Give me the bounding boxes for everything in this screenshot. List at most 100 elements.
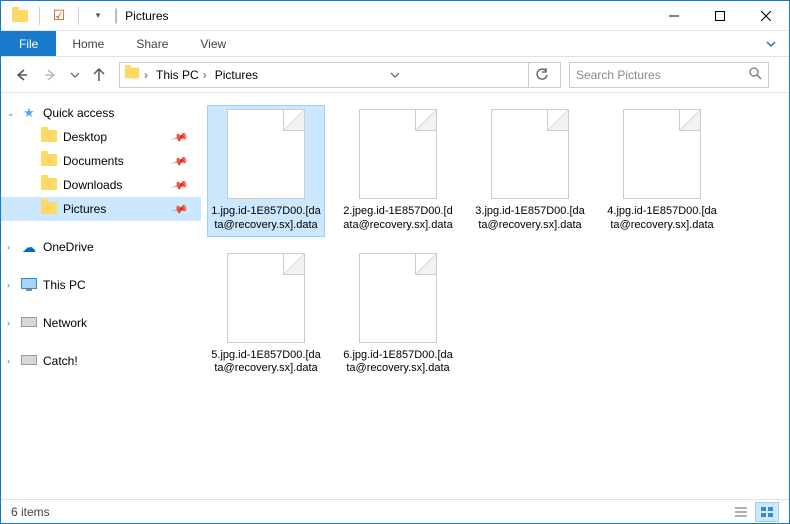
chevron-right-icon[interactable]: › xyxy=(7,242,10,252)
main-area: ⌄ ★ Quick access Desktop 📌 Documents 📌 D… xyxy=(1,93,789,499)
arrow-left-icon xyxy=(13,67,29,83)
ribbon: File Home Share View xyxy=(1,31,789,57)
chevron-right-icon[interactable]: › xyxy=(7,356,10,366)
quick-access-group: ⌄ ★ Quick access Desktop 📌 Documents 📌 D… xyxy=(1,101,201,221)
sidebar-item-documents[interactable]: Documents 📌 xyxy=(1,149,201,173)
drive-icon xyxy=(21,354,37,368)
close-button[interactable] xyxy=(743,1,789,31)
file-grid: 1.jpg.id-1E857D00.[data@recovery.sx].dat… xyxy=(207,105,783,380)
chevron-right-icon[interactable]: › xyxy=(7,280,10,290)
sidebar-item-label: Downloads xyxy=(63,178,122,192)
thumbnails-view-button[interactable] xyxy=(755,502,779,522)
window-title: Pictures xyxy=(125,9,168,23)
file-item[interactable]: 1.jpg.id-1E857D00.[data@recovery.sx].dat… xyxy=(207,105,325,237)
breadcrumb-sep[interactable]: › xyxy=(140,68,152,82)
file-name: 1.jpg.id-1E857D00.[data@recovery.sx].dat… xyxy=(211,205,321,233)
file-tab[interactable]: File xyxy=(1,31,56,56)
sidebar-item-network[interactable]: › Network xyxy=(1,311,201,335)
tab-share[interactable]: Share xyxy=(120,31,184,56)
folder-icon[interactable] xyxy=(9,5,31,27)
sidebar-item-downloads[interactable]: Downloads 📌 xyxy=(1,173,201,197)
details-view-button[interactable] xyxy=(729,502,753,522)
file-name: 3.jpg.id-1E857D00.[data@recovery.sx].dat… xyxy=(475,205,585,233)
search-icon[interactable] xyxy=(748,66,762,83)
file-name: 6.jpg.id-1E857D00.[data@recovery.sx].dat… xyxy=(343,349,453,377)
file-name: 2.jpeg.id-1E857D00.[data@recovery.sx].da… xyxy=(343,205,453,233)
file-item[interactable]: 2.jpeg.id-1E857D00.[data@recovery.sx].da… xyxy=(339,105,457,237)
maximize-icon xyxy=(715,11,725,21)
folder-icon xyxy=(41,202,57,217)
file-item[interactable]: 4.jpg.id-1E857D00.[data@recovery.sx].dat… xyxy=(603,105,721,237)
sidebar-item-this-pc[interactable]: › This PC xyxy=(1,273,201,297)
back-button[interactable] xyxy=(7,61,35,89)
file-item[interactable]: 3.jpg.id-1E857D00.[data@recovery.sx].dat… xyxy=(471,105,589,237)
forward-button[interactable] xyxy=(37,61,65,89)
star-icon: ★ xyxy=(21,105,37,121)
refresh-button[interactable] xyxy=(528,63,556,87)
pin-icon: 📌 xyxy=(171,128,189,146)
search-placeholder: Search Pictures xyxy=(576,68,661,82)
file-thumbnail xyxy=(227,109,305,199)
file-name: 5.jpg.id-1E857D00.[data@recovery.sx].dat… xyxy=(211,349,321,377)
sidebar-item-catch[interactable]: › Catch! xyxy=(1,349,201,373)
item-count: 6 items xyxy=(11,505,50,519)
address-bar[interactable]: › This PC› Pictures xyxy=(119,62,561,88)
chevron-down-icon xyxy=(390,70,400,80)
chevron-down-icon xyxy=(765,38,777,50)
folder-icon xyxy=(41,154,57,169)
arrow-up-icon xyxy=(91,67,107,83)
folder-icon xyxy=(124,66,140,84)
chevron-right-icon[interactable]: › xyxy=(7,318,10,328)
navigation-pane: ⌄ ★ Quick access Desktop 📌 Documents 📌 D… xyxy=(1,93,201,499)
arrow-right-icon xyxy=(43,67,59,83)
properties-icon[interactable]: ☑ xyxy=(48,5,70,27)
sidebar-item-label: Catch! xyxy=(43,354,78,368)
sidebar-item-onedrive[interactable]: › ☁ OneDrive xyxy=(1,235,201,259)
list-icon xyxy=(734,506,748,518)
minimize-icon xyxy=(669,11,679,21)
file-thumbnail xyxy=(227,253,305,343)
tab-home[interactable]: Home xyxy=(56,31,120,56)
breadcrumb-this-pc[interactable]: This PC› xyxy=(152,68,211,82)
up-button[interactable] xyxy=(85,61,113,89)
sidebar-item-desktop[interactable]: Desktop 📌 xyxy=(1,125,201,149)
refresh-icon xyxy=(535,68,549,82)
window-controls xyxy=(651,1,789,31)
sidebar-item-label: Network xyxy=(43,316,87,330)
title-bar: ☑ ▾ | Pictures xyxy=(1,1,789,31)
sidebar-item-label: Pictures xyxy=(63,202,106,216)
sidebar-item-label: This PC xyxy=(43,278,86,292)
minimize-button[interactable] xyxy=(651,1,697,31)
file-name: 4.jpg.id-1E857D00.[data@recovery.sx].dat… xyxy=(607,205,717,233)
qat-dropdown-icon[interactable]: ▾ xyxy=(87,5,109,27)
monitor-icon xyxy=(21,278,37,292)
address-dropdown[interactable] xyxy=(381,63,409,87)
network-icon xyxy=(21,316,37,330)
maximize-button[interactable] xyxy=(697,1,743,31)
sidebar-item-pictures[interactable]: Pictures 📌 xyxy=(1,197,201,221)
tab-view[interactable]: View xyxy=(184,31,242,56)
content-pane[interactable]: 1.jpg.id-1E857D00.[data@recovery.sx].dat… xyxy=(201,93,789,499)
recent-locations-button[interactable] xyxy=(67,61,83,89)
sidebar-item-quick-access[interactable]: ⌄ ★ Quick access xyxy=(1,101,201,125)
sidebar-item-label: Desktop xyxy=(63,130,107,144)
pin-icon: 📌 xyxy=(171,176,189,194)
chevron-down-icon xyxy=(70,70,80,80)
pin-icon: 📌 xyxy=(171,152,189,170)
file-item[interactable]: 5.jpg.id-1E857D00.[data@recovery.sx].dat… xyxy=(207,249,325,381)
file-thumbnail xyxy=(491,109,569,199)
file-item[interactable]: 6.jpg.id-1E857D00.[data@recovery.sx].dat… xyxy=(339,249,457,381)
breadcrumb-label: Pictures xyxy=(215,68,258,82)
folder-icon xyxy=(41,178,57,193)
search-input[interactable]: Search Pictures xyxy=(569,62,769,88)
sidebar-item-label: OneDrive xyxy=(43,240,94,254)
quick-access-toolbar: ☑ ▾ | xyxy=(9,5,121,27)
ribbon-expand-button[interactable] xyxy=(753,31,789,56)
chevron-down-icon[interactable]: ⌄ xyxy=(7,108,15,119)
breadcrumb-pictures[interactable]: Pictures xyxy=(211,68,262,82)
nav-bar: › This PC› Pictures Search Pictures xyxy=(1,57,789,93)
status-bar: 6 items xyxy=(1,499,789,523)
folder-icon xyxy=(41,130,57,145)
sidebar-item-label: Quick access xyxy=(43,106,114,120)
grid-icon xyxy=(760,506,774,518)
